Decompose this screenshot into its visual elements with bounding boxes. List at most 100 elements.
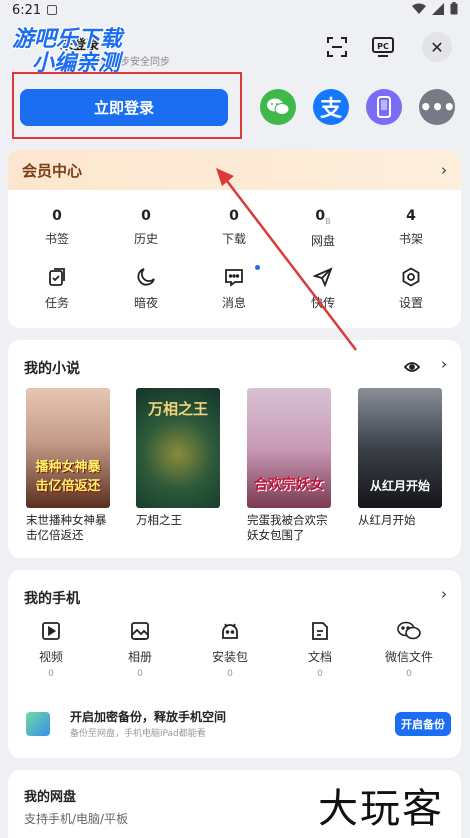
section-title: 我的网盘: [24, 790, 77, 805]
more-login-button[interactable]: •••: [419, 89, 456, 125]
item-label: 微信文件: [384, 650, 433, 664]
phone-item-documents[interactable]: 文档 0: [285, 620, 355, 679]
stats-card: 0 书签 0 历史 0 下载 0B 网盘 4 书架 任务 暗夜 消息 快传 设置: [8, 190, 461, 328]
vip-title: 会员中心: [22, 161, 83, 180]
book-item[interactable]: 合欢宗妖女 完蛋我被合欢宗妖女包围了: [247, 388, 331, 543]
login-annotation-box: 立即登录: [12, 72, 242, 139]
stat-value: 0: [229, 208, 239, 224]
notification-icon: [47, 5, 58, 15]
stat-bookshelf[interactable]: 4 书架: [381, 208, 441, 247]
book-title: 从红月开始: [358, 513, 416, 527]
document-icon: [312, 622, 328, 640]
stat-label: 历史: [133, 232, 158, 246]
stat-history[interactable]: 0 历史: [116, 208, 176, 247]
item-label: 安装包: [211, 650, 248, 664]
chevron-right-icon[interactable]: ›: [441, 585, 447, 603]
wechat-file-icon: [397, 621, 421, 640]
phone-login-button[interactable]: [366, 89, 402, 125]
scan-icon[interactable]: [326, 36, 348, 58]
tool-settings[interactable]: 设置: [381, 266, 441, 311]
profile-header: 未登录 登录后可以同步安全同步 游吧乐下载 小编亲测 PC ✕: [0, 20, 470, 76]
login-button[interactable]: 立即登录: [20, 89, 228, 126]
backup-banner[interactable]: 开启加密备份，释放手机空间 备份至网盘，手机电脑iPad都能看 开启备份: [18, 702, 451, 746]
status-bar: 6:21: [0, 0, 470, 20]
more-icon: •••: [419, 95, 455, 119]
chevron-right-icon[interactable]: ›: [441, 355, 447, 373]
backup-icon: [26, 712, 50, 736]
stat-label: 书签: [44, 232, 69, 246]
stat-value: 0: [141, 208, 151, 224]
phone-item-video[interactable]: 视频 0: [16, 620, 86, 679]
stat-number: 0: [315, 208, 326, 224]
item-count: 0: [137, 669, 143, 679]
cover-text: 合欢宗妖女: [254, 477, 324, 493]
stat-netdisk[interactable]: 0B 网盘: [293, 208, 353, 249]
stat-downloads[interactable]: 0 下载: [204, 208, 264, 247]
pc-icon[interactable]: PC: [372, 36, 394, 58]
item-label: 文档: [307, 650, 332, 664]
svg-text:PC: PC: [377, 42, 389, 51]
stat-unit: B: [325, 216, 331, 226]
stat-value: 0B: [293, 208, 353, 226]
tool-label: 设置: [398, 296, 423, 310]
tool-tasks[interactable]: 任务: [27, 266, 87, 311]
item-label: 相册: [127, 650, 152, 664]
section-title: 我的小说: [24, 361, 80, 377]
item-label: 视频: [38, 650, 63, 664]
tool-messages[interactable]: 消息: [204, 266, 264, 311]
watermark-line1: 游吧乐下载: [12, 27, 123, 52]
stat-value: 0: [52, 208, 62, 224]
book-title: 末世播种女神暴击亿倍返还: [26, 513, 107, 542]
phone-item-wechat-files[interactable]: 微信文件 0: [374, 620, 444, 679]
book-cover: 合欢宗妖女: [247, 388, 331, 508]
signal-icon: [432, 2, 444, 15]
wechat-login-button[interactable]: [260, 89, 296, 125]
tool-label: 消息: [221, 296, 246, 310]
tool-label: 快传: [310, 296, 335, 310]
item-count: 0: [406, 669, 412, 679]
backup-subtitle: 备份至网盘，手机电脑iPad都能看: [70, 729, 206, 739]
stat-value: 4: [406, 208, 416, 224]
book-item[interactable]: 从红月开始 从红月开始: [358, 388, 442, 528]
moon-icon: [137, 268, 155, 286]
alipay-login-button[interactable]: 支: [313, 89, 349, 125]
stat-label: 书架: [398, 232, 423, 246]
book-item[interactable]: 万相之王 万相之王: [136, 388, 220, 528]
book-cover: 播种女神暴击亿倍返还: [26, 388, 110, 508]
item-count: 0: [227, 669, 233, 679]
send-icon: [313, 267, 333, 287]
watermark-logo: 游吧乐下载 小编亲测: [12, 28, 122, 76]
settings-icon: [402, 267, 420, 287]
tool-label: 暗夜: [133, 296, 158, 310]
section-title: 我的手机: [24, 591, 80, 607]
stat-label: 网盘: [310, 233, 335, 248]
alipay-icon: 支: [319, 97, 342, 122]
backup-title: 开启加密备份，释放手机空间: [70, 710, 227, 724]
stat-bookmarks[interactable]: 0 书签: [27, 208, 87, 247]
phone-item-album[interactable]: 相册 0: [105, 620, 175, 679]
status-icons: [412, 2, 458, 15]
tool-fast-transfer[interactable]: 快传: [293, 266, 353, 311]
task-icon: [49, 268, 65, 286]
message-icon: [225, 269, 243, 287]
vip-center-bar[interactable]: 会员中心 ›: [8, 150, 461, 190]
cover-text: 从红月开始: [369, 479, 430, 493]
eye-icon[interactable]: [403, 358, 421, 377]
enable-backup-button[interactable]: 开启备份: [395, 712, 451, 736]
book-cover: 万相之王: [136, 388, 220, 508]
unread-dot: [255, 265, 260, 270]
book-title: 完蛋我被合欢宗妖女包围了: [247, 513, 328, 542]
book-item[interactable]: 播种女神暴击亿倍返还 末世播种女神暴击亿倍返还: [26, 388, 110, 543]
phone-item-apk[interactable]: 安装包 0: [195, 620, 265, 679]
item-count: 0: [317, 669, 323, 679]
close-button[interactable]: ✕: [422, 32, 452, 62]
chevron-right-icon: ›: [441, 161, 447, 179]
wechat-icon: [267, 98, 289, 115]
item-count: 0: [48, 669, 54, 679]
book-title: 万相之王: [136, 513, 182, 527]
tool-dark-mode[interactable]: 暗夜: [116, 266, 176, 311]
section-subtitle: 支持手机/电脑/平板: [24, 812, 129, 826]
my-novels-card: 我的小说 › 播种女神暴击亿倍返还 末世播种女神暴击亿倍返还 万相之王 万相之王…: [8, 340, 461, 558]
wifi-icon: [412, 3, 426, 14]
phone-icon: [377, 96, 391, 118]
